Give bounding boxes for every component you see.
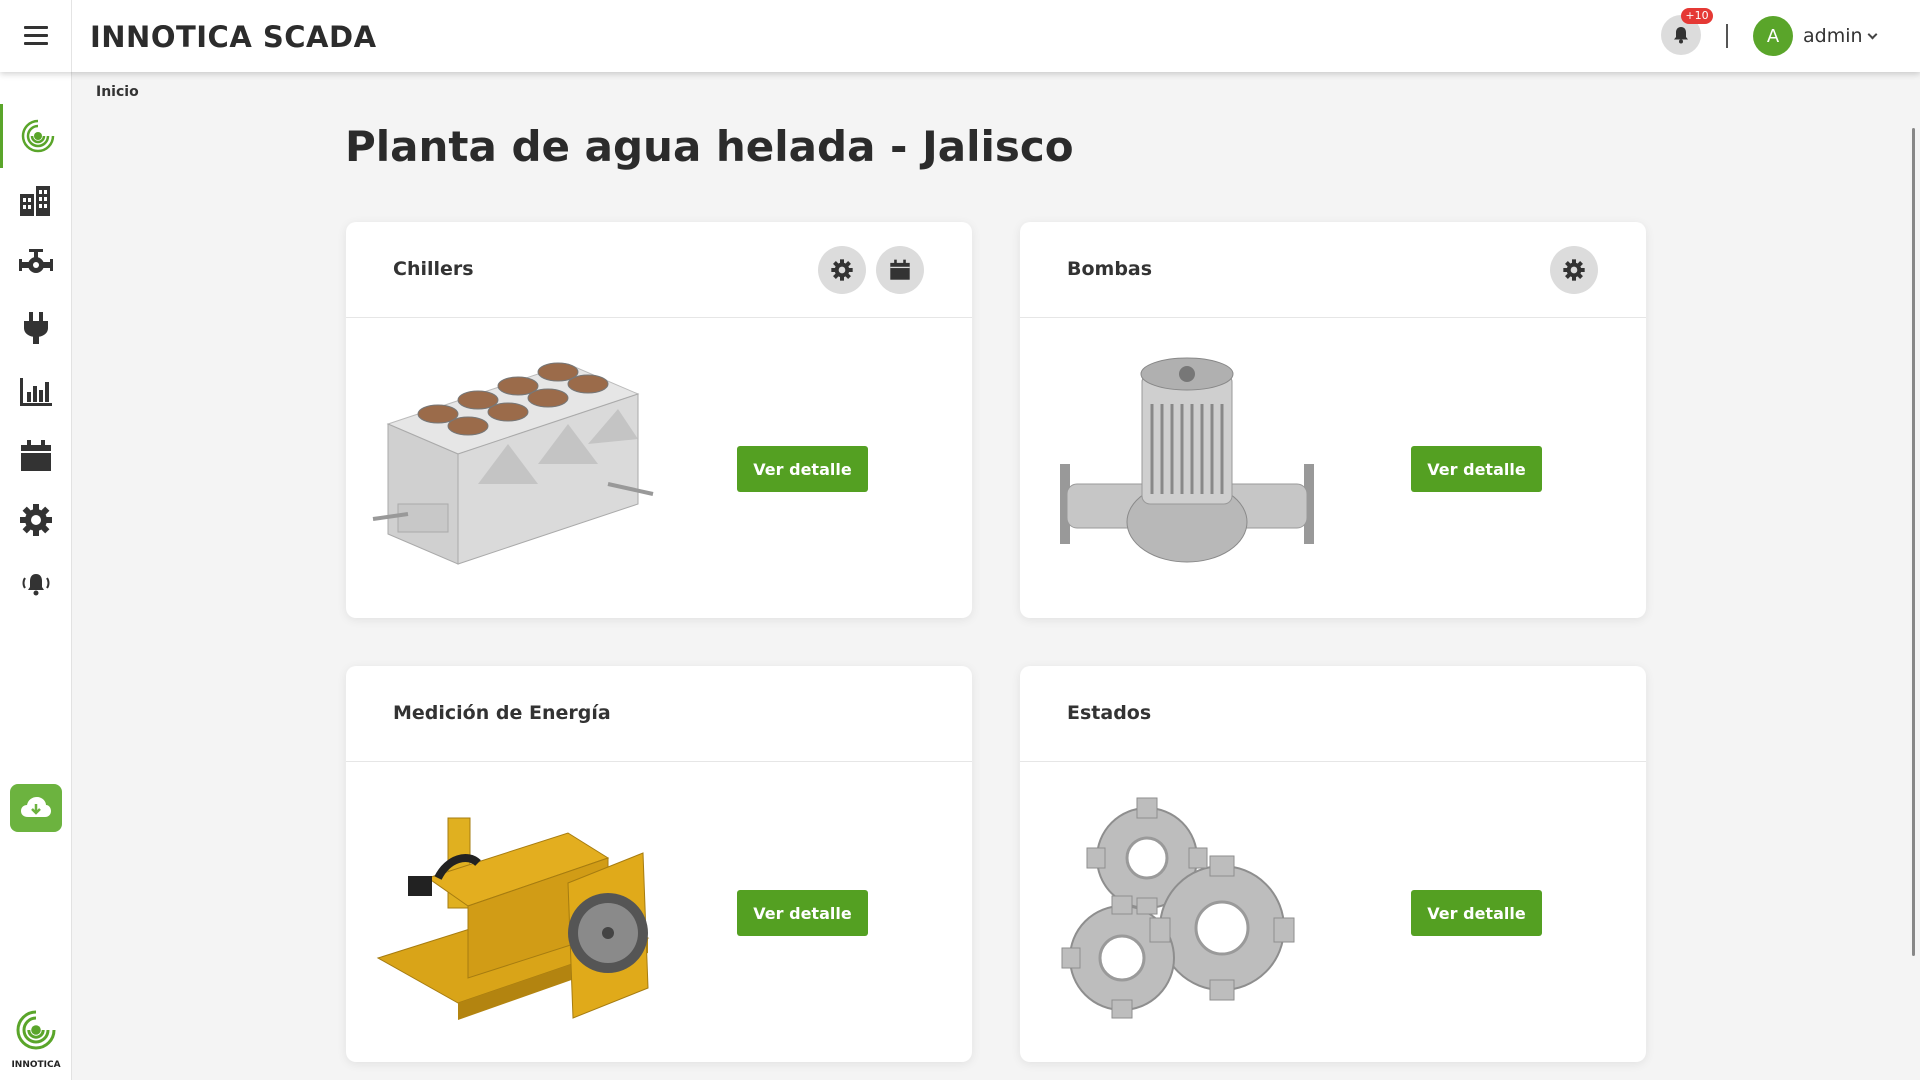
card-header: Medición de Energía: [346, 666, 972, 762]
card-body: Ver detalle: [1020, 318, 1646, 618]
brand-logo: INNOTICA: [6, 1006, 66, 1070]
card-medicion-energia: Medición de Energía Ver detalle: [346, 666, 972, 1062]
gear-icon: [831, 259, 853, 281]
bombas-settings-button[interactable]: [1550, 246, 1598, 294]
pump-image: [1060, 357, 1314, 563]
sidebar-item-charts[interactable]: [0, 360, 72, 424]
chillers-calendar-button[interactable]: [876, 246, 924, 294]
divider: [1726, 24, 1728, 48]
app-title: INNOTICA SCADA: [90, 20, 377, 54]
sidebar-item-valve[interactable]: [0, 232, 72, 296]
sidebar-item-building[interactable]: [0, 168, 72, 232]
card-title: Medición de Energía: [393, 702, 611, 724]
ver-detalle-button[interactable]: Ver detalle: [737, 446, 868, 492]
card-header: Estados: [1020, 666, 1646, 762]
card-title: Estados: [1067, 702, 1152, 724]
alarm-bell-icon: [22, 574, 50, 596]
chiller-unit-image: [372, 362, 654, 565]
building-icon: [20, 186, 50, 216]
page-title: Planta de agua helada - Jalisco: [345, 122, 1074, 171]
card-body: Ver detalle: [346, 318, 972, 618]
card-title: Chillers: [393, 258, 474, 280]
calendar-icon: [21, 440, 51, 471]
card-body: Ver detalle: [1020, 762, 1646, 1062]
brand-logo-text: INNOTICA: [11, 1060, 61, 1070]
card-bombas: Bombas Ver detalle: [1020, 222, 1646, 618]
gears-image: [1061, 797, 1295, 1019]
username: admin: [1803, 25, 1863, 47]
scrollbar[interactable]: [1912, 128, 1915, 956]
card-estados: Estados Ver detalle: [1020, 666, 1646, 1062]
chevron-down-icon: [1867, 29, 1877, 39]
user-menu[interactable]: A admin: [1753, 16, 1877, 56]
ver-detalle-button[interactable]: Ver detalle: [1411, 446, 1542, 492]
divider: [71, 0, 72, 72]
card-body: Ver detalle: [346, 762, 972, 1062]
gear-icon: [20, 504, 52, 536]
card-title: Bombas: [1067, 258, 1153, 280]
breadcrumb[interactable]: Inicio: [96, 84, 139, 100]
avatar: A: [1753, 16, 1793, 56]
gear-icon: [1563, 259, 1585, 281]
bell-icon: [1674, 27, 1688, 44]
card-chillers: Chillers Ver detalle: [346, 222, 972, 618]
download-button[interactable]: [10, 784, 62, 832]
chillers-settings-button[interactable]: [818, 246, 866, 294]
notification-badge: +10: [1681, 8, 1713, 24]
bar-chart-icon: [20, 378, 52, 406]
sidebar-item-home[interactable]: [0, 104, 72, 168]
innotica-logo-icon: [16, 1010, 56, 1050]
sidebar-item-settings[interactable]: [0, 488, 72, 552]
sidebar-item-calendar[interactable]: [0, 424, 72, 488]
sidebar-item-energy[interactable]: [0, 296, 72, 360]
ver-detalle-button[interactable]: Ver detalle: [1411, 890, 1542, 936]
generator-image: [376, 817, 650, 1020]
sidebar-item-alarms[interactable]: [0, 552, 72, 616]
card-header: Bombas: [1020, 222, 1646, 318]
sidebar: INNOTICA: [0, 72, 72, 1080]
hamburger-menu-icon[interactable]: [24, 26, 48, 46]
card-header: Chillers: [346, 222, 972, 318]
plug-icon: [24, 312, 48, 344]
cloud-download-icon: [21, 797, 51, 817]
top-bar: INNOTICA SCADA +10 A admin: [0, 0, 1920, 72]
ver-detalle-button[interactable]: Ver detalle: [737, 890, 868, 936]
innotica-logo-icon: [21, 119, 54, 153]
calendar-icon: [890, 259, 910, 280]
valve-pipe-icon: [19, 249, 53, 273]
